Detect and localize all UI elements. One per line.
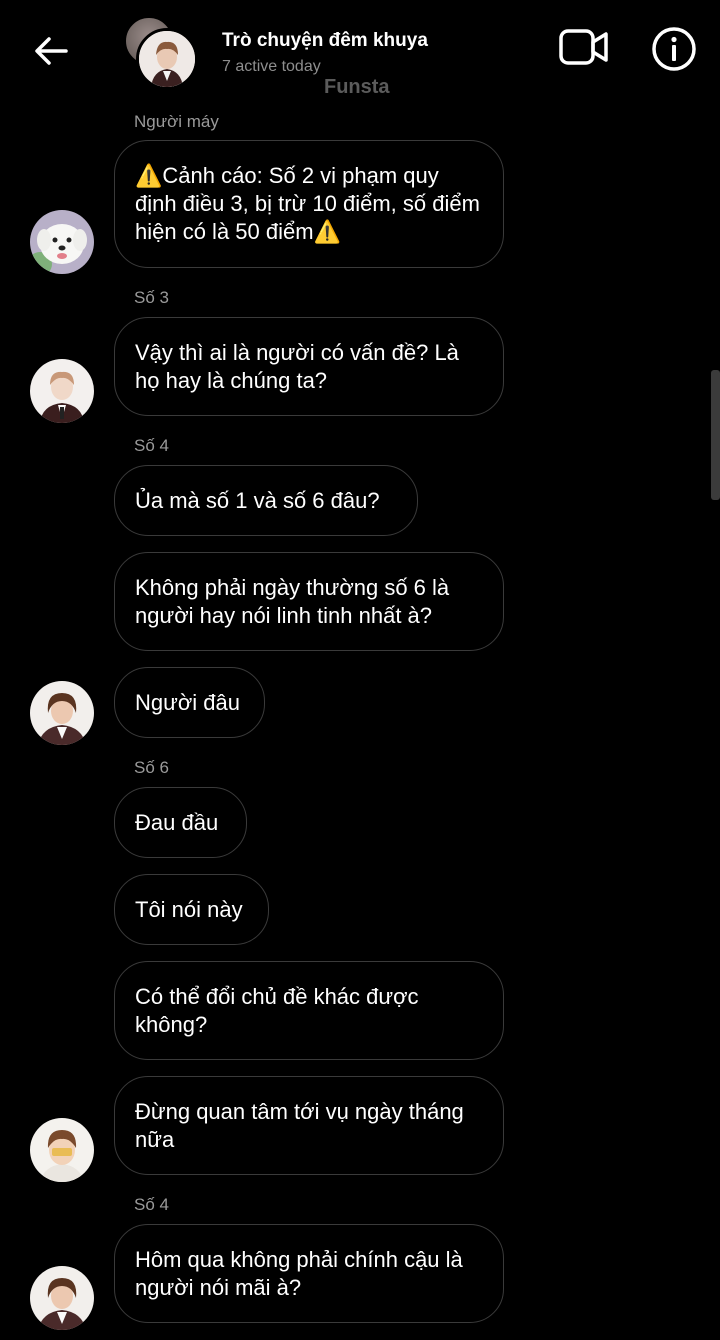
sender-name: Người máy bbox=[134, 112, 219, 131]
message-bubble[interactable]: Không phải ngày thường số 6 là người hay… bbox=[114, 552, 504, 651]
back-button[interactable] bbox=[30, 30, 72, 72]
video-camera-icon bbox=[559, 29, 608, 65]
group-avatar[interactable] bbox=[124, 16, 198, 90]
sender-name: Số 4 bbox=[134, 436, 169, 455]
message-bubble[interactable]: Có thể đổi chủ đề khác được không? bbox=[114, 961, 504, 1060]
sender-name: Số 3 bbox=[134, 288, 169, 307]
message-text: Tôi nói này bbox=[135, 896, 243, 922]
message-text: Vậy thì ai là người có vấn đề? Là họ hay… bbox=[135, 339, 459, 393]
chat-title[interactable]: Trò chuyện đêm khuya bbox=[222, 30, 428, 52]
message-text: Ủa mà số 1 và số 6 đâu? bbox=[135, 487, 380, 513]
message-text: ⚠️Cảnh cáo: Số 2 vi phạm quy định điều 3… bbox=[135, 163, 480, 244]
watermark: Funsta bbox=[324, 76, 390, 98]
avatar[interactable] bbox=[30, 1118, 94, 1182]
avatar[interactable] bbox=[30, 1266, 94, 1330]
message-text: Đau đầu bbox=[135, 809, 219, 835]
info-button[interactable] bbox=[651, 26, 697, 72]
message-text: Không phải ngày thường số 6 là người hay… bbox=[135, 574, 450, 628]
sender-name: Số 4 bbox=[134, 1195, 169, 1214]
message-bubble[interactable]: Người đâu bbox=[114, 667, 265, 738]
info-icon bbox=[652, 27, 696, 71]
message-bubble[interactable]: Vậy thì ai là người có vấn đề? Là họ hay… bbox=[114, 317, 504, 416]
message-bubble[interactable]: Hôm qua không phải chính cậu là người nó… bbox=[114, 1224, 504, 1323]
message-bubble[interactable]: Tôi nói này bbox=[114, 874, 269, 945]
scrollbar[interactable] bbox=[711, 370, 720, 500]
sender-name: Số 6 bbox=[134, 758, 169, 777]
avatar[interactable] bbox=[30, 359, 94, 423]
active-status: 7 active today bbox=[222, 58, 321, 75]
message-text: Đừng quan tâm tới vụ ngày tháng nữa bbox=[135, 1098, 464, 1152]
message-text: Hôm qua không phải chính cậu là người nó… bbox=[135, 1246, 463, 1300]
message-bubble[interactable]: Ủa mà số 1 và số 6 đâu? bbox=[114, 465, 418, 536]
message-text: Người đâu bbox=[135, 689, 240, 715]
video-call-button[interactable] bbox=[558, 26, 610, 70]
avatar[interactable] bbox=[30, 210, 94, 274]
message-bubble[interactable]: ⚠️Cảnh cáo: Số 2 vi phạm quy định điều 3… bbox=[114, 140, 504, 268]
arrow-left-icon bbox=[35, 37, 68, 65]
member-avatar bbox=[136, 28, 198, 90]
message-bubble[interactable]: Đừng quan tâm tới vụ ngày tháng nữa bbox=[114, 1076, 504, 1175]
message-text: Có thể đổi chủ đề khác được không? bbox=[135, 983, 419, 1037]
avatar[interactable] bbox=[30, 681, 94, 745]
message-bubble[interactable]: Đau đầu bbox=[114, 787, 247, 858]
